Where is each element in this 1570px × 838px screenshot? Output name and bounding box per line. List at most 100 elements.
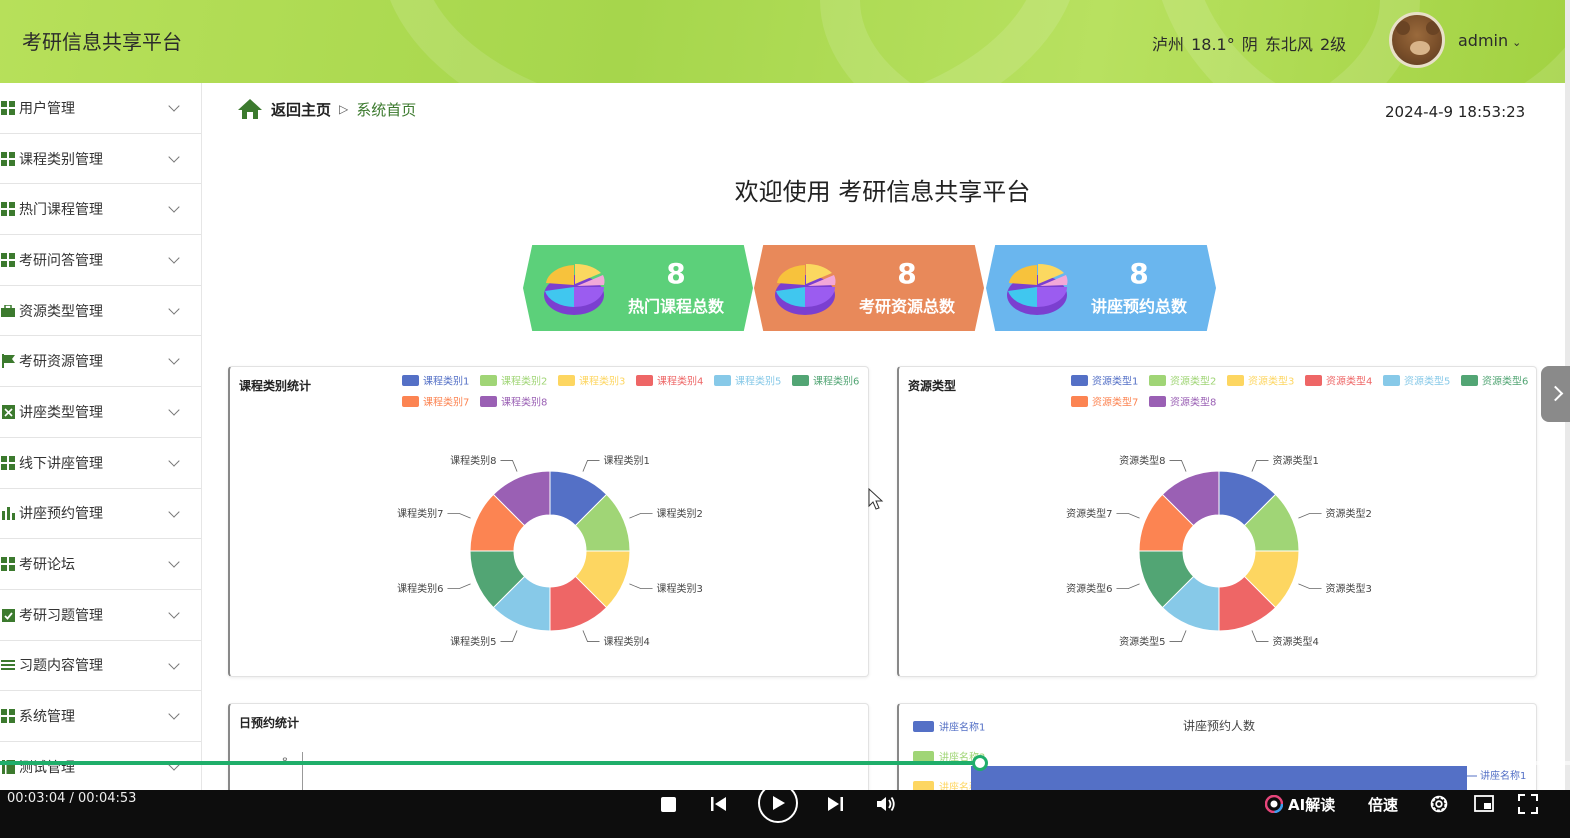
pie-slice-label: 课程类别3	[657, 582, 703, 595]
legend-swatch[interactable]	[558, 375, 575, 386]
picture-in-picture-icon[interactable]	[1473, 793, 1495, 815]
ai-read-button[interactable]: AI解读	[1288, 794, 1335, 815]
sidebar-item-1[interactable]: 用户管理	[0, 83, 201, 134]
stat-card-3[interactable]: 8 讲座预约总数	[986, 245, 1216, 331]
label-leader-line	[500, 460, 518, 472]
label-leader-line	[629, 513, 653, 519]
legend-label[interactable]: 资源类型3	[1248, 375, 1294, 388]
label-leader-line	[582, 460, 600, 472]
label-leader-line	[1116, 513, 1140, 519]
stat-value: 8	[666, 257, 686, 290]
video-time: 00:03:04 / 00:04:53	[7, 791, 137, 806]
ai-icon[interactable]	[1264, 794, 1284, 814]
legend-swatch[interactable]	[402, 375, 419, 386]
fullscreen-icon[interactable]	[1517, 793, 1539, 815]
sidebar-item-8[interactable]: 线下讲座管理	[0, 438, 201, 489]
sidebar-item-5[interactable]: 资源类型管理	[0, 286, 201, 337]
legend-swatch[interactable]	[1383, 375, 1400, 386]
play-button[interactable]	[758, 783, 798, 823]
label-leader-line	[1116, 583, 1140, 589]
legend-label[interactable]: 资源类型6	[1482, 375, 1528, 388]
pie-slice-label: 课程类别4	[604, 635, 650, 648]
breadcrumb-separator-icon: ▷	[339, 102, 349, 116]
legend-swatch[interactable]	[1149, 375, 1166, 386]
label-leader-line	[582, 630, 600, 642]
legend-label[interactable]: 资源类型7	[1092, 396, 1138, 409]
avatar[interactable]	[1389, 12, 1445, 68]
briefcase-icon	[1, 304, 15, 318]
legend-swatch[interactable]	[1071, 375, 1088, 386]
legend-label[interactable]: 资源类型8	[1170, 396, 1216, 409]
sidebar-item-4[interactable]: 考研问答管理	[0, 235, 201, 286]
breadcrumb-home-link[interactable]: 返回主页	[271, 99, 331, 120]
legend-label[interactable]: 课程类别4	[657, 375, 703, 388]
resource-type-panel: 资源类型 资源类型1 资源类型2 资源类型3 资源类型4 资源类型5 资源类型6 资源类型7…	[897, 366, 1537, 677]
video-progress-handle[interactable]	[972, 755, 988, 771]
sidebar-item-11[interactable]: 考研习题管理	[0, 590, 201, 641]
legend-swatch[interactable]	[714, 375, 731, 386]
user-menu[interactable]: admin ⌄	[1458, 31, 1521, 50]
legend-swatch[interactable]	[480, 396, 497, 407]
legend-swatch[interactable]	[402, 396, 419, 407]
pie-slice-label: 课程类别2	[657, 507, 703, 520]
legend-swatch[interactable]	[913, 721, 934, 732]
previous-icon[interactable]	[709, 794, 729, 814]
sidebar-item-10[interactable]: 考研论坛	[0, 539, 201, 590]
label-leader-line	[500, 630, 518, 642]
legend-label[interactable]: 讲座名称1	[939, 721, 985, 734]
legend-swatch[interactable]	[1227, 375, 1244, 386]
app-title: 考研信息共享平台	[22, 30, 182, 54]
sidebar-item-9[interactable]: 讲座预约管理	[0, 489, 201, 540]
legend-swatch[interactable]	[1149, 396, 1166, 407]
stat-card-1[interactable]: 8 热门课程总数	[523, 245, 753, 331]
legend-label[interactable]: 资源类型1	[1092, 375, 1138, 388]
grid-icon	[1, 455, 15, 470]
side-panel-toggle[interactable]	[1541, 366, 1570, 422]
settings-gear-icon[interactable]	[1428, 793, 1450, 815]
chevron-down-icon	[168, 556, 180, 568]
sidebar-item-7[interactable]: 讲座类型管理	[0, 387, 201, 438]
legend-label[interactable]: 课程类别8	[501, 396, 547, 409]
stat-card-2[interactable]: 8 考研资源总数	[754, 245, 984, 331]
panel-title: 日预约统计	[239, 716, 300, 730]
bar[interactable]	[971, 766, 1467, 790]
speed-button[interactable]: 倍速	[1368, 794, 1398, 815]
next-icon[interactable]	[825, 794, 845, 814]
legend-swatch[interactable]	[1071, 396, 1088, 407]
legend-label[interactable]: 资源类型2	[1170, 375, 1216, 388]
legend-label[interactable]: 课程类别3	[579, 375, 625, 388]
legend-label[interactable]: 资源类型4	[1326, 375, 1372, 388]
legend-label[interactable]: 课程类别1	[423, 375, 469, 388]
pie-slice-label: 资源类型8	[1119, 454, 1165, 467]
sidebar-item-label: 资源类型管理	[19, 303, 103, 320]
legend-swatch[interactable]	[636, 375, 653, 386]
legend-swatch[interactable]	[1305, 375, 1322, 386]
volume-icon[interactable]	[875, 794, 897, 814]
home-icon[interactable]	[237, 98, 263, 120]
chevron-down-icon	[168, 657, 180, 670]
grid-icon	[1, 252, 15, 267]
sidebar-item-label: 讲座预约管理	[19, 506, 103, 523]
sidebar-item-12[interactable]: 习题内容管理	[0, 641, 201, 692]
chevron-down-icon	[168, 607, 180, 619]
legend-swatch[interactable]	[792, 375, 809, 386]
sidebar-item-14[interactable]: 测试管理	[0, 742, 201, 793]
legend-swatch[interactable]	[480, 375, 497, 386]
breadcrumb: 返回主页 ▷ 系统首页	[237, 98, 416, 120]
course-category-pie-chart: 课程类别1 课程类别2 课程类别3 课程类别4 课程类别5 课程类别6 课程类别7 课程类别8…	[397, 375, 859, 649]
legend-label[interactable]: 课程类别2	[501, 375, 547, 388]
resource-type-pie-chart: 资源类型1 资源类型2 资源类型3 资源类型4 资源类型5 资源类型6 资源类型7 资源类型8…	[1066, 375, 1528, 649]
sidebar-item-label: 系统管理	[19, 709, 75, 726]
legend-label[interactable]: 课程类别6	[813, 375, 859, 388]
sidebar-item-6[interactable]: 考研资源管理	[0, 336, 201, 388]
legend-label[interactable]: 资源类型5	[1404, 375, 1450, 388]
mouse-cursor-icon	[868, 488, 884, 510]
legend-label[interactable]: 课程类别5	[735, 375, 781, 388]
legend-label[interactable]: 课程类别7	[423, 396, 469, 409]
pie-slice-label: 资源类型4	[1273, 635, 1319, 648]
sidebar-item-13[interactable]: 系统管理	[0, 691, 201, 742]
pie-slice-label: 资源类型1	[1273, 454, 1319, 467]
legend-swatch[interactable]	[1461, 375, 1478, 386]
clipboard-check-icon	[1, 608, 15, 622]
stop-icon[interactable]	[660, 796, 676, 812]
